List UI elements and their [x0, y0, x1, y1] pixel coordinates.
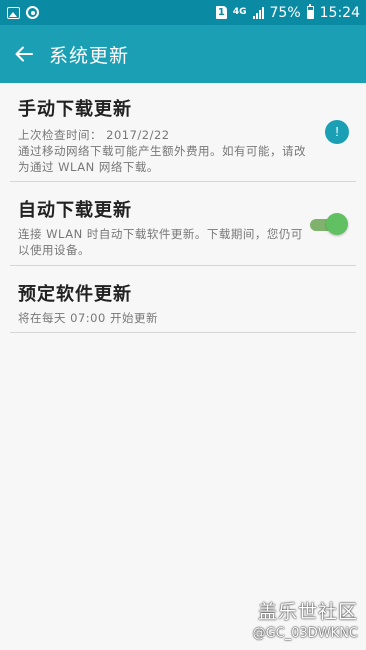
network-type: 4G: [232, 7, 247, 17]
gallery-icon: [7, 6, 20, 19]
item-subtitle: 连接 WLAN 时自动下载软件更新。下载期间，您仍可以使用设备。: [18, 227, 303, 257]
auto-download-toggle[interactable]: [310, 213, 348, 235]
item-title: 预定软件更新: [18, 284, 132, 305]
list-item-manual-download[interactable]: 手动下载更新 上次检查时间： 2017/2/22 通过移动网络下载可能产生额外费…: [0, 83, 366, 181]
item-subtitle: 上次检查时间： 2017/2/22 通过移动网络下载可能产生额外费用。如有可能，…: [10, 127, 310, 175]
list-item-scheduled-update[interactable]: 预定软件更新 将在每天 07:00 开始更新: [0, 266, 366, 332]
watermark: 盖乐世社区 @GC_03DWKNC: [253, 601, 358, 642]
sim-icon: 1: [215, 6, 227, 19]
signal-icon: [252, 6, 264, 19]
page-title: 系统更新: [49, 44, 130, 67]
update-badge: !: [325, 120, 349, 144]
item-title: 手动下载更新: [18, 99, 132, 120]
status-right: 1 4G 75% 15:24: [215, 4, 360, 21]
clock: 15:24: [319, 4, 360, 21]
toggle-thumb: [326, 213, 348, 235]
divider: [10, 332, 356, 333]
battery-icon: [306, 4, 314, 19]
app-bar: 系统更新: [0, 25, 366, 83]
status-left: [7, 6, 39, 19]
arrow-left-icon: [15, 46, 33, 62]
sync-icon: [26, 6, 39, 19]
battery-percent: 75%: [269, 4, 301, 21]
item-title: 自动下载更新: [18, 200, 132, 221]
back-button[interactable]: [0, 25, 49, 83]
last-check-text: 上次检查时间： 2017/2/22: [18, 128, 170, 142]
settings-list: 手动下载更新 上次检查时间： 2017/2/22 通过移动网络下载可能产生额外费…: [0, 83, 366, 333]
warning-text: 通过移动网络下载可能产生额外费用。如有可能，请改为通过 WLAN 网络下载。: [18, 144, 306, 174]
watermark-title: 盖乐世社区: [257, 601, 358, 623]
watermark-handle: @GC_03DWKNC: [252, 626, 358, 641]
item-subtitle: 将在每天 07:00 开始更新: [18, 311, 158, 325]
list-item-auto-download[interactable]: 自动下载更新 连接 WLAN 时自动下载软件更新。下载期间，您仍可以使用设备。: [0, 182, 366, 265]
status-bar: 1 4G 75% 15:24: [0, 0, 366, 25]
